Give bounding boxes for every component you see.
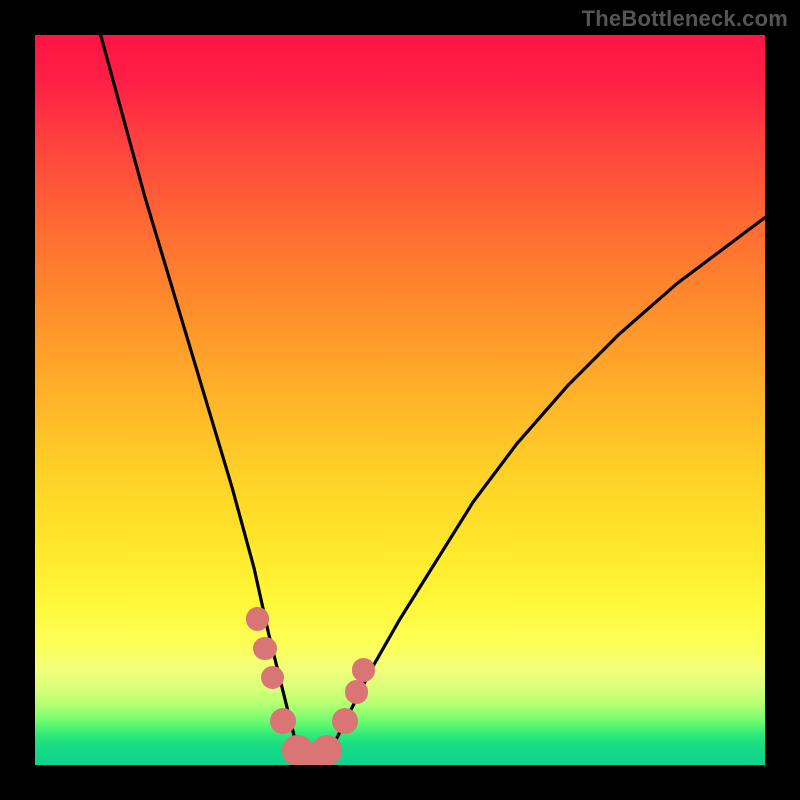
- watermark-text: TheBottleneck.com: [582, 6, 788, 32]
- curve-marker: [312, 735, 343, 765]
- curve-marker: [261, 666, 284, 689]
- plot-area: [35, 35, 765, 765]
- chart-frame: TheBottleneck.com: [0, 0, 800, 800]
- curve-marker: [345, 680, 368, 703]
- bottleneck-curve: [101, 35, 765, 758]
- curve-layer: [35, 35, 765, 765]
- curve-marker: [253, 637, 276, 660]
- curve-marker: [352, 658, 375, 681]
- curve-marker: [246, 607, 269, 630]
